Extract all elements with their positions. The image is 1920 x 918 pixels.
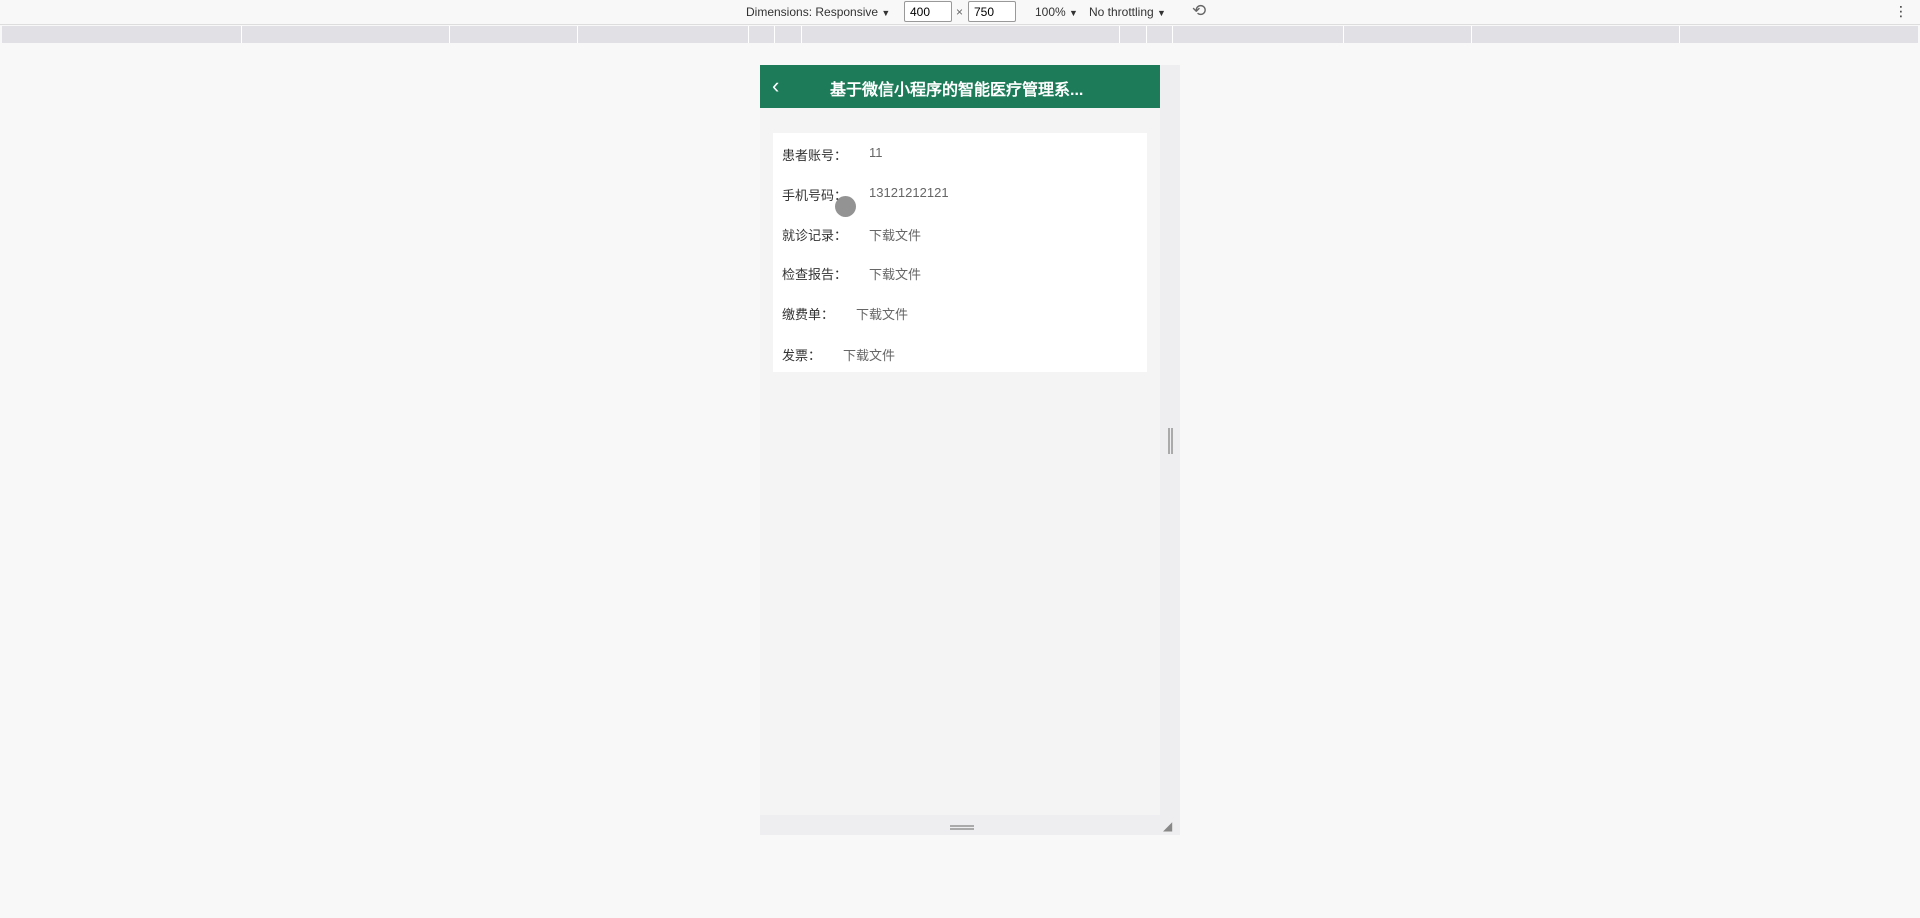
download-link[interactable]: 下载文件 (843, 345, 895, 364)
caret-down-icon: ▼ (1157, 8, 1166, 18)
field-exam-report: 检查报告： 下载文件 (782, 264, 921, 283)
device-viewport: ‹ 基于微信小程序的智能医疗管理系... 患者账号： 11 手机号码： 131212… (760, 65, 1160, 815)
ruler-divider (449, 26, 450, 43)
caret-down-icon: ▼ (1069, 8, 1078, 18)
download-link[interactable]: 下载文件 (869, 264, 921, 283)
back-icon[interactable]: ‹ (772, 73, 779, 99)
ruler-divider (1679, 26, 1680, 43)
ruler-divider (801, 26, 802, 43)
field-value: 11 (869, 145, 883, 160)
ruler-divider (1343, 26, 1344, 43)
zoom-label: 100% (1035, 5, 1066, 19)
download-link[interactable]: 下载文件 (856, 304, 908, 323)
field-label: 就诊记录： (782, 228, 848, 243)
ruler-divider (748, 26, 749, 43)
field-label: 缴费单： (782, 307, 835, 322)
patient-info-card: 患者账号： 11 手机号码： 13121212121 就诊记录： 下载文件 检查报告：… (773, 133, 1147, 372)
grip-icon[interactable] (950, 825, 974, 830)
field-phone: 手机号码： 13121212121 (782, 185, 949, 204)
caret-down-icon: ▼ (881, 8, 891, 18)
download-link[interactable]: 下载文件 (869, 225, 921, 244)
more-options-icon[interactable]: ⋮ (1894, 3, 1908, 20)
height-input[interactable] (968, 1, 1016, 22)
resize-corner-icon[interactable]: ◢ (1163, 819, 1172, 833)
nav-header: ‹ 基于微信小程序的智能医疗管理系... (760, 65, 1160, 108)
ruler-divider (1119, 26, 1120, 43)
page-title: 基于微信小程序的智能医疗管理系... (830, 82, 1084, 99)
width-input[interactable] (904, 1, 952, 22)
ruler-divider (1471, 26, 1472, 43)
ruler-divider (1172, 26, 1173, 43)
ruler-divider (241, 26, 242, 43)
throttling-dropdown[interactable]: No throttling ▼ (1089, 5, 1166, 19)
ruler-divider (774, 26, 775, 43)
field-visit-record: 就诊记录： 下载文件 (782, 225, 921, 244)
ruler-divider (577, 26, 578, 43)
throttling-label: No throttling (1089, 5, 1154, 19)
dimensions-dropdown[interactable]: Dimensions: Responsive ▼ (746, 5, 890, 19)
field-label: 发票： (782, 348, 822, 363)
touch-cursor (835, 196, 856, 217)
devtools-toolbar: Dimensions: Responsive ▼ × 100% ▼ No thr… (0, 0, 1920, 25)
field-label: 患者账号： (782, 148, 848, 163)
rotate-icon[interactable]: ⟲ (1192, 1, 1206, 21)
ruler-divider (1146, 26, 1147, 43)
field-label: 检查报告： (782, 267, 848, 282)
field-value: 13121212121 (869, 185, 949, 200)
zoom-dropdown[interactable]: 100% ▼ (1035, 5, 1078, 19)
media-query-bar[interactable] (2, 26, 1918, 43)
grip-icon[interactable] (1168, 428, 1173, 454)
times-icon: × (956, 5, 964, 19)
field-invoice: 发票： 下载文件 (782, 345, 895, 364)
dimensions-label: Dimensions: Responsive (746, 5, 879, 19)
field-patient-account: 患者账号： 11 (782, 145, 883, 164)
field-payment-slip: 缴费单： 下载文件 (782, 304, 908, 323)
